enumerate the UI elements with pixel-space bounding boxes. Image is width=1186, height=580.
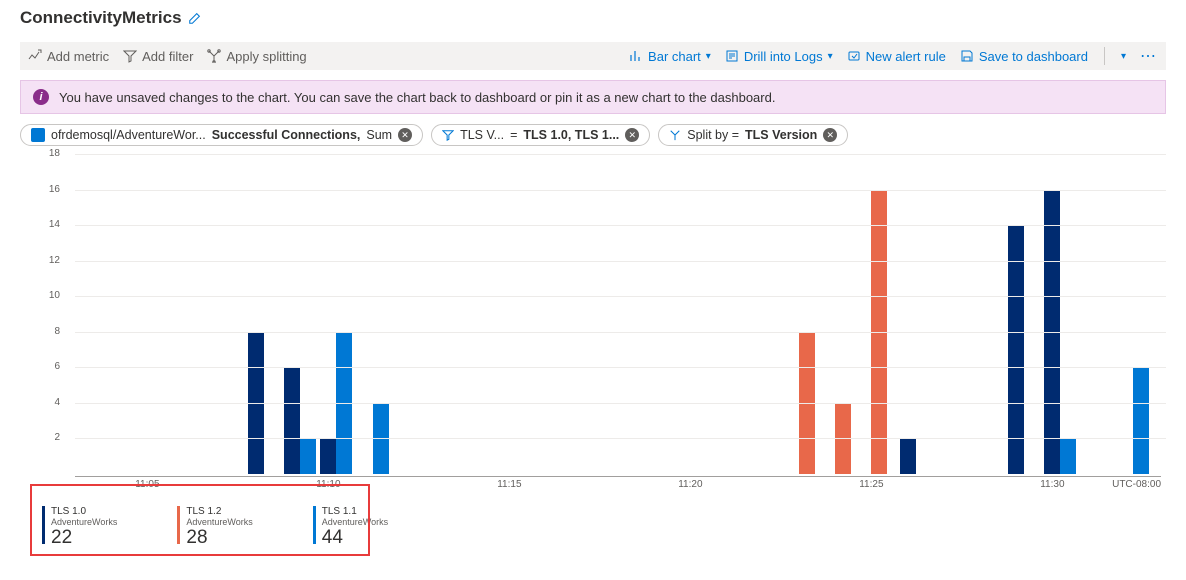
filter-prop-label: TLS V...	[460, 128, 504, 142]
add-filter-label: Add filter	[142, 49, 193, 64]
y-tick-label: 10	[49, 290, 60, 301]
x-tick-label: 11:20	[678, 479, 702, 490]
legend-swatch	[177, 506, 180, 544]
bar[interactable]	[1008, 225, 1024, 474]
save-dashboard-button[interactable]: Save to dashboard	[960, 49, 1088, 64]
legend-value: 44	[322, 527, 388, 549]
new-alert-button[interactable]: New alert rule	[847, 49, 946, 64]
funnel-icon	[442, 129, 454, 141]
pencil-icon[interactable]	[188, 11, 202, 25]
metric-name-label: Successful Connections,	[212, 128, 361, 142]
y-tick-label: 14	[49, 219, 60, 230]
y-tick-label: 18	[49, 148, 60, 159]
x-tick-label: 11:10	[316, 479, 340, 490]
legend-subtitle: AdventureWorks	[51, 517, 117, 527]
legend-value: 22	[51, 527, 117, 549]
logs-icon	[725, 49, 739, 63]
bar[interactable]	[900, 438, 916, 474]
y-tick-label: 2	[54, 432, 60, 443]
legend-series-label: TLS 1.1	[322, 506, 388, 517]
split-val-label: TLS Version	[745, 128, 817, 142]
unsaved-changes-banner: i You have unsaved changes to the chart.…	[20, 80, 1166, 114]
legend-subtitle: AdventureWorks	[186, 517, 252, 527]
legend-item[interactable]: TLS 1.2AdventureWorks28	[177, 506, 252, 549]
chevron-down-icon[interactable]: ▾	[1121, 51, 1126, 62]
x-tick-label: 11:05	[135, 479, 159, 490]
legend-series-label: TLS 1.0	[51, 506, 117, 517]
split-icon	[207, 49, 221, 63]
alert-icon	[847, 49, 861, 63]
y-tick-label: 16	[49, 184, 60, 195]
legend-swatch	[313, 506, 316, 544]
timezone-label: UTC-08:00	[1112, 479, 1161, 490]
chart-toolbar: Add metric Add filter Apply splitting Ba…	[20, 42, 1166, 70]
add-metric-icon	[28, 49, 42, 63]
more-icon[interactable]: ⋯	[1140, 46, 1158, 66]
drill-logs-label: Drill into Logs	[744, 49, 823, 64]
add-metric-label: Add metric	[47, 49, 109, 64]
bar-plot	[75, 154, 1161, 474]
metric-scope-label: ofrdemosql/AdventureWor...	[51, 128, 206, 142]
filter-vals-label: TLS 1.0, TLS 1...	[523, 128, 619, 142]
filter-pill[interactable]: TLS V... = TLS 1.0, TLS 1... ✕	[431, 124, 650, 146]
legend-swatch	[42, 506, 45, 544]
metric-agg-label: Sum	[366, 128, 392, 142]
save-dashboard-label: Save to dashboard	[979, 49, 1088, 64]
bar[interactable]	[320, 438, 336, 474]
toolbar-separator	[1104, 47, 1105, 65]
x-axis: 11:05 11:10 11:15 11:20 11:25 11:30 UTC-08:00	[75, 476, 1161, 494]
close-icon[interactable]: ✕	[398, 128, 412, 142]
filter-icon	[123, 49, 137, 63]
filter-pill-row: ofrdemosql/AdventureWor... Successful Co…	[20, 124, 1166, 146]
chevron-down-icon: ▾	[828, 51, 833, 62]
y-tick-label: 12	[49, 255, 60, 266]
resource-icon	[31, 128, 45, 142]
split-icon	[669, 129, 681, 141]
barchart-icon	[629, 49, 643, 63]
y-tick-label: 4	[54, 397, 60, 408]
legend-item[interactable]: TLS 1.1AdventureWorks44	[313, 506, 388, 549]
apply-splitting-button[interactable]: Apply splitting	[207, 49, 306, 64]
legend-value: 28	[186, 527, 252, 549]
chart-type-label: Bar chart	[648, 49, 701, 64]
bar[interactable]	[284, 367, 300, 474]
close-icon[interactable]: ✕	[823, 128, 837, 142]
split-prefix-label: Split by =	[687, 128, 739, 142]
drill-logs-button[interactable]: Drill into Logs ▾	[725, 49, 833, 64]
filter-eq-label: =	[510, 128, 517, 142]
add-filter-button[interactable]: Add filter	[123, 49, 193, 64]
y-tick-label: 6	[54, 361, 60, 372]
split-pill[interactable]: Split by = TLS Version ✕	[658, 124, 848, 146]
chart-type-button[interactable]: Bar chart ▾	[629, 49, 711, 64]
chart-area: 24681012141618 11:0511:1011:1511:2011:25…	[20, 154, 1166, 494]
x-tick-label: 11:15	[497, 479, 521, 490]
bar[interactable]	[1133, 367, 1149, 474]
apply-splitting-label: Apply splitting	[226, 49, 306, 64]
legend-item[interactable]: TLS 1.0AdventureWorks22	[42, 506, 117, 549]
banner-text: You have unsaved changes to the chart. Y…	[59, 90, 775, 105]
new-alert-label: New alert rule	[866, 49, 946, 64]
bar[interactable]	[300, 438, 316, 474]
x-tick-label: 11:25	[859, 479, 883, 490]
metric-pill[interactable]: ofrdemosql/AdventureWor... Successful Co…	[20, 124, 423, 146]
x-tick-label: 11:30	[1040, 479, 1064, 490]
chevron-down-icon: ▾	[706, 51, 711, 62]
close-icon[interactable]: ✕	[625, 128, 639, 142]
add-metric-button[interactable]: Add metric	[28, 49, 109, 64]
save-icon	[960, 49, 974, 63]
legend: TLS 1.0AdventureWorks22TLS 1.2AdventureW…	[20, 498, 1166, 555]
y-tick-label: 8	[54, 326, 60, 337]
bar[interactable]	[1060, 438, 1076, 474]
legend-series-label: TLS 1.2	[186, 506, 252, 517]
info-icon: i	[33, 89, 49, 105]
legend-subtitle: AdventureWorks	[322, 517, 388, 527]
page-title: ConnectivityMetrics	[20, 8, 182, 28]
